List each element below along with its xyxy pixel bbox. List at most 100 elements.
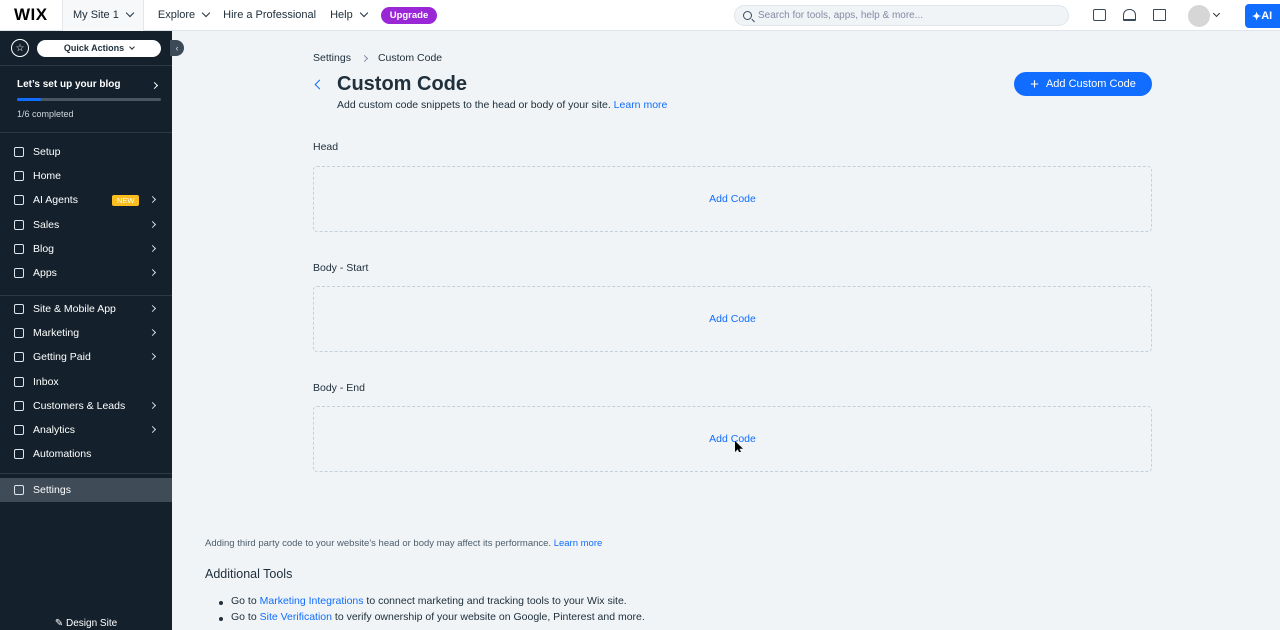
rocket-icon bbox=[14, 147, 24, 158]
learn-more-link[interactable]: Learn more bbox=[614, 99, 668, 111]
quick-actions-button[interactable]: Quick Actions bbox=[37, 39, 161, 57]
chevron-right-icon bbox=[148, 268, 157, 276]
section-label-head: Head bbox=[313, 141, 339, 153]
star-icon[interactable]: ☆ bbox=[11, 39, 29, 57]
sidebar-item-inbox[interactable]: Inbox bbox=[0, 370, 172, 394]
main-content: Settings Custom Code Custom Code Add cus… bbox=[172, 31, 1280, 630]
body-start-code-box: Add Code bbox=[313, 286, 1152, 352]
setup-completed-text: 1/6 completed bbox=[17, 109, 74, 119]
chevron-down-icon bbox=[129, 43, 135, 50]
sidebar-item-label: Settings bbox=[33, 484, 71, 497]
nav-hire-professional[interactable]: Hire a Professional bbox=[223, 9, 316, 21]
pencil-icon: ✎ bbox=[54, 618, 67, 629]
sparkle-icon: ✦ bbox=[1252, 10, 1262, 23]
sidebar-item-customers-leads[interactable]: Customers & Leads bbox=[0, 394, 172, 418]
chevron-right-icon bbox=[148, 401, 157, 409]
add-code-head-button[interactable]: Add Code bbox=[709, 193, 756, 205]
sidebar-item-getting-paid[interactable]: Getting Paid bbox=[0, 345, 172, 369]
quick-actions-label: Quick Actions bbox=[63, 43, 125, 53]
additional-tools-list: Go to Marketing Integrations to connect … bbox=[217, 595, 645, 627]
add-code-body-start-button[interactable]: Add Code bbox=[709, 313, 756, 325]
people-icon bbox=[14, 400, 24, 411]
site-verification-link[interactable]: Site Verification bbox=[260, 611, 332, 623]
section-label-body-start: Body - Start bbox=[313, 262, 369, 274]
search-input[interactable]: Search for tools, apps, help & more... bbox=[734, 5, 1069, 26]
breadcrumb: Settings Custom Code bbox=[313, 52, 442, 64]
body-end-code-box: Add Code bbox=[313, 406, 1152, 472]
back-arrow-icon[interactable] bbox=[314, 79, 325, 90]
sidebar-item-label: Marketing bbox=[33, 327, 80, 340]
chevron-down-icon[interactable] bbox=[1212, 9, 1221, 18]
sidebar-item-sales[interactable]: Sales bbox=[0, 213, 172, 237]
performance-note: Adding third party code to your website’… bbox=[205, 538, 602, 549]
divider bbox=[0, 65, 172, 66]
chevron-right-icon bbox=[148, 329, 157, 337]
marketing-integrations-link[interactable]: Marketing Integrations bbox=[260, 595, 364, 607]
chevron-right-icon bbox=[148, 304, 157, 313]
sidebar-item-label: Setup bbox=[33, 146, 61, 159]
chevron-right-icon[interactable] bbox=[150, 81, 159, 90]
sidebar-item-label: Getting Paid bbox=[33, 351, 91, 364]
list-item: Go to Site Verification to verify owners… bbox=[217, 611, 645, 627]
nav-help[interactable]: Help bbox=[330, 8, 368, 21]
ai-label: AI bbox=[1261, 10, 1273, 22]
chevron-right-icon bbox=[148, 220, 157, 228]
avatar[interactable] bbox=[1188, 5, 1210, 27]
subtitle-text: Add custom code snippets to the head or … bbox=[337, 99, 611, 111]
add-code-body-end-button[interactable]: Add Code bbox=[709, 433, 756, 445]
sidebar-item-label: Apps bbox=[33, 267, 57, 280]
sidebar-item-label: Customers & Leads bbox=[33, 399, 126, 412]
lightning-icon bbox=[14, 449, 24, 460]
sidebar-item-setup[interactable]: Setup bbox=[0, 140, 172, 164]
sidebar-menu-secondary: Site & Mobile App Marketing Getting Paid… bbox=[0, 297, 172, 466]
list-item: Go to Marketing Integrations to connect … bbox=[217, 595, 645, 611]
breadcrumb-settings-link[interactable]: Settings bbox=[313, 52, 351, 64]
upgrade-button[interactable]: Upgrade bbox=[380, 6, 438, 24]
chat-icon[interactable] bbox=[1093, 9, 1106, 21]
wix-logo[interactable]: WIX bbox=[14, 5, 54, 25]
sidebar-item-apps[interactable]: Apps bbox=[0, 261, 172, 285]
nav-explore[interactable]: Explore bbox=[158, 8, 211, 21]
sidebar-item-home[interactable]: Home bbox=[0, 164, 172, 188]
gear-icon bbox=[14, 485, 24, 496]
nav-help-label: Help bbox=[330, 9, 353, 21]
setup-title[interactable]: Let’s set up your blog bbox=[17, 79, 121, 90]
sidebar-item-label: Home bbox=[33, 170, 62, 183]
add-custom-code-button[interactable]: + Add Custom Code bbox=[1014, 72, 1152, 96]
sidebar-menu-settings: Settings bbox=[0, 478, 172, 503]
learn-more-link[interactable]: Learn more bbox=[554, 538, 603, 549]
sidebar-item-label: Automations bbox=[33, 448, 92, 461]
notifications-bell-icon[interactable] bbox=[1123, 9, 1136, 21]
invoice-icon bbox=[14, 352, 24, 363]
plus-icon: + bbox=[1030, 75, 1039, 93]
sidebar-menu-primary: Setup Home AI Agents NEW Sales Blog Apps bbox=[0, 140, 172, 285]
sidebar-item-label: Analytics bbox=[33, 424, 76, 437]
sidebar-item-settings[interactable]: Settings bbox=[0, 478, 172, 503]
site-selector[interactable]: My Site 1 bbox=[62, 0, 144, 31]
chevron-right-icon bbox=[148, 244, 157, 252]
new-badge: NEW bbox=[111, 194, 140, 206]
additional-tools-title: Additional Tools bbox=[205, 567, 293, 581]
design-site-button[interactable]: ✎ Design Site bbox=[0, 618, 172, 630]
apps-icon bbox=[14, 268, 24, 279]
tool-suffix: to verify ownership of your website on G… bbox=[334, 611, 645, 623]
sidebar-item-blog[interactable]: Blog bbox=[0, 237, 172, 261]
divider bbox=[0, 132, 172, 133]
divider bbox=[0, 473, 172, 474]
progress-fill bbox=[17, 98, 42, 101]
site-actions-icon[interactable] bbox=[1153, 9, 1166, 21]
divider bbox=[0, 295, 172, 296]
sidebar-item-site-mobile-app[interactable]: Site & Mobile App bbox=[0, 297, 172, 321]
setup-progress-bar bbox=[17, 98, 161, 101]
ai-assistant-button[interactable]: ✦ AI bbox=[1245, 4, 1280, 28]
site-name: My Site 1 bbox=[73, 9, 119, 21]
chevron-right-icon bbox=[360, 54, 368, 62]
sidebar-item-analytics[interactable]: Analytics bbox=[0, 418, 172, 442]
search-placeholder: Search for tools, apps, help & more... bbox=[758, 10, 924, 21]
sidebar-item-marketing[interactable]: Marketing bbox=[0, 321, 172, 345]
page-title: Custom Code bbox=[337, 73, 467, 95]
sidebar-item-automations[interactable]: Automations bbox=[0, 442, 172, 466]
sidebar-item-ai-agents[interactable]: AI Agents NEW bbox=[0, 188, 172, 212]
search-icon bbox=[743, 11, 752, 20]
chart-icon bbox=[14, 425, 24, 436]
